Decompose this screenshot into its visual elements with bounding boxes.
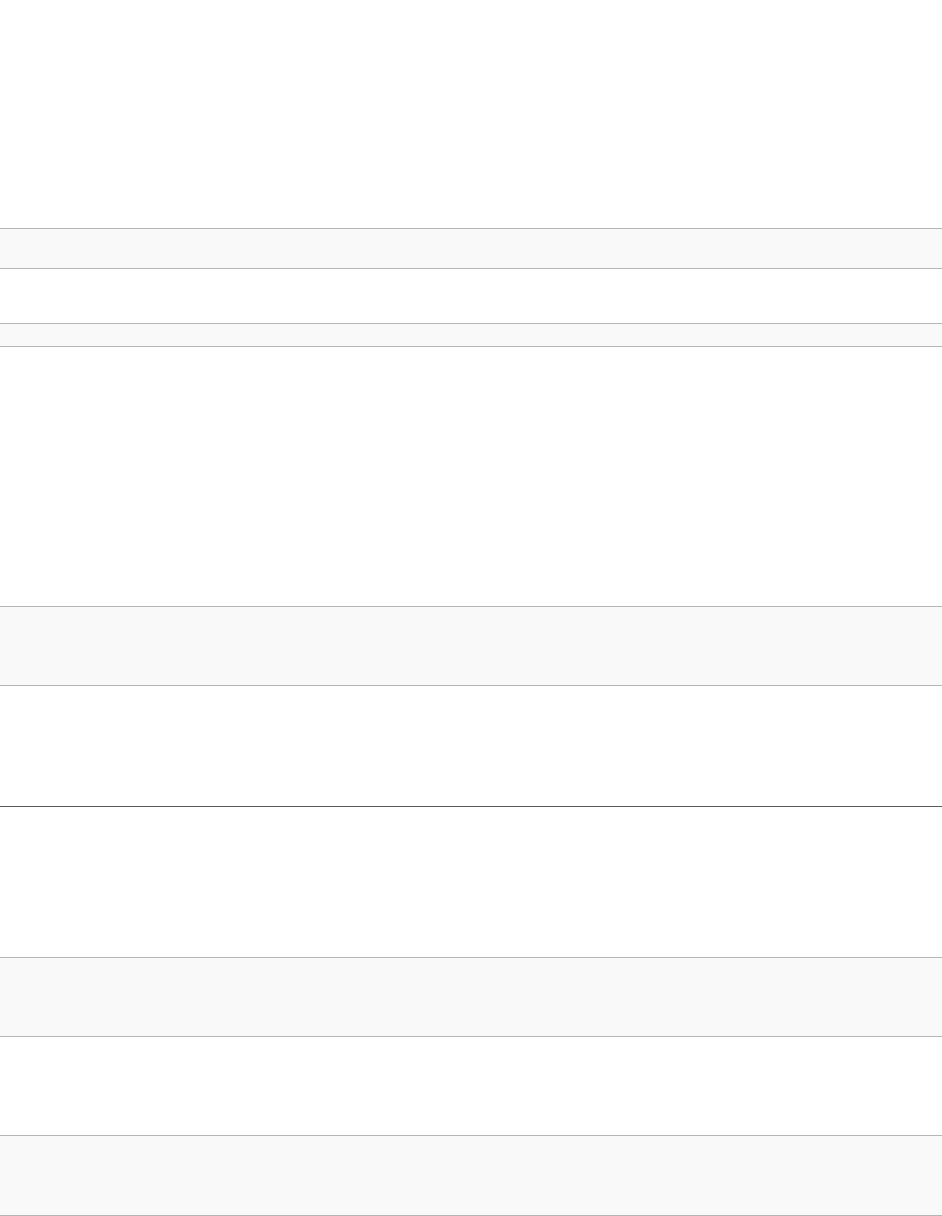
- list-row-9[interactable]: [0, 1037, 942, 1135]
- list-row-1[interactable]: [0, 228, 942, 269]
- list-row-10[interactable]: [0, 1135, 942, 1216]
- list-row-7[interactable]: [0, 807, 942, 957]
- list-row-2[interactable]: [0, 269, 942, 323]
- list-row-8[interactable]: [0, 957, 942, 1037]
- top-blank-area: [0, 0, 942, 228]
- list-row-5[interactable]: [0, 606, 942, 686]
- list-row-3[interactable]: [0, 323, 942, 347]
- page-canvas: [0, 0, 942, 1216]
- list-row-4[interactable]: [0, 347, 942, 606]
- list-row-6[interactable]: [0, 686, 942, 807]
